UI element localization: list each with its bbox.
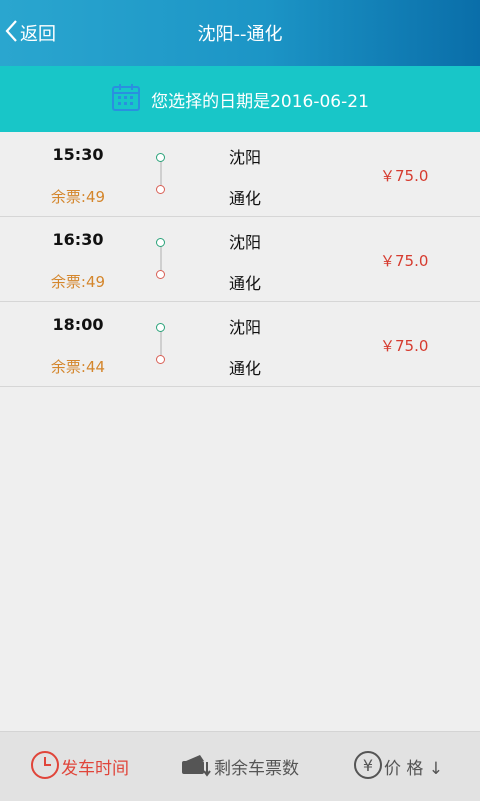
page-title: 沈阳--通化 <box>197 24 283 45</box>
yen-icon: ¥ <box>352 749 384 785</box>
origin-station: 沈阳 <box>229 148 262 167</box>
remaining-seats: 余票:49 <box>50 188 106 206</box>
origin-dot-icon <box>156 323 165 332</box>
route-line <box>160 328 162 358</box>
sort-bar: 发车时间 剩余车票数 ¥ 价 格 ↓ <box>0 731 480 801</box>
departure-time: 15:30 <box>52 145 104 164</box>
route-line <box>160 243 162 273</box>
destination-station: 通化 <box>229 274 262 293</box>
sort-by-seats-tab[interactable]: 剩余车票数 <box>180 732 299 801</box>
sort-by-departure-tab[interactable]: 发车时间 <box>29 732 129 801</box>
ticket-icon <box>180 752 214 782</box>
origin-station: 沈阳 <box>229 233 262 252</box>
ticket-price: ￥75.0 <box>380 337 429 355</box>
selected-date-text: 您选择的日期是2016-06-21 <box>151 91 369 112</box>
destination-dot-icon <box>156 270 165 279</box>
ticket-price: ￥75.0 <box>380 167 429 185</box>
calendar-icon <box>111 82 141 116</box>
origin-station: 沈阳 <box>229 318 262 337</box>
departure-time: 16:30 <box>52 230 104 249</box>
destination-dot-icon <box>156 355 165 364</box>
destination-dot-icon <box>156 185 165 194</box>
sort-by-price-tab[interactable]: ¥ 价 格 ↓ <box>352 732 443 801</box>
origin-dot-icon <box>156 153 165 162</box>
ticket-price: ￥75.0 <box>380 252 429 270</box>
sort-by-seats-label: 剩余车票数 <box>214 759 299 779</box>
trip-list: 15:30 余票:49 沈阳 通化 ￥75.0 16:30 余票:49 沈阳 通… <box>0 132 480 387</box>
origin-dot-icon <box>156 238 165 247</box>
departure-time: 18:00 <box>52 315 104 334</box>
date-bar[interactable]: 您选择的日期是2016-06-21 <box>0 66 480 132</box>
header: 返回 沈阳--通化 <box>0 0 480 66</box>
trip-row[interactable]: 16:30 余票:49 沈阳 通化 ￥75.0 <box>0 217 480 302</box>
route-line <box>160 158 162 188</box>
trip-row[interactable]: 18:00 余票:44 沈阳 通化 ￥75.0 <box>0 302 480 387</box>
trip-row[interactable]: 15:30 余票:49 沈阳 通化 ￥75.0 <box>0 132 480 217</box>
clock-icon <box>29 749 61 785</box>
destination-station: 通化 <box>229 189 262 208</box>
remaining-seats: 余票:49 <box>50 273 106 291</box>
sort-by-departure-label: 发车时间 <box>61 759 129 779</box>
svg-text:¥: ¥ <box>363 756 373 775</box>
sort-by-price-label: 价 格 ↓ <box>384 759 444 779</box>
remaining-seats: 余票:44 <box>50 358 106 376</box>
destination-station: 通化 <box>229 359 262 378</box>
